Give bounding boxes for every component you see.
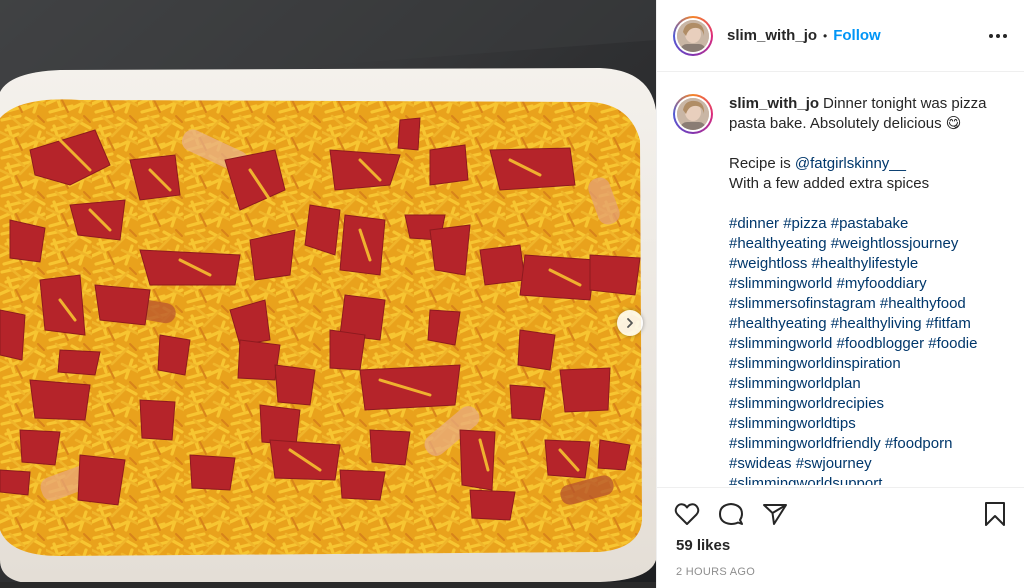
post-side-panel: slim_with_jo • Follow slim_with_jo Dinne… bbox=[656, 0, 1024, 588]
caption-username[interactable]: slim_with_jo bbox=[729, 95, 819, 112]
username[interactable]: slim_with_jo bbox=[727, 27, 817, 44]
follow-button[interactable]: Follow bbox=[833, 27, 881, 44]
hashtag-line[interactable]: #slimmingworld #foodblogger #foodie bbox=[729, 335, 977, 352]
chevron-right-icon bbox=[627, 318, 633, 328]
hashtag-line[interactable]: #weightloss #healthylifestyle bbox=[729, 255, 918, 272]
action-bar bbox=[657, 487, 1024, 537]
post-photo[interactable] bbox=[0, 0, 656, 588]
hashtag-list: #dinner #pizza #pastabake #healthyeating… bbox=[729, 214, 1008, 485]
pasta-bake-photo bbox=[0, 0, 656, 588]
hashtag-line[interactable]: #healthyeating #healthyliving #fitfam bbox=[729, 315, 971, 332]
hashtag-line[interactable]: #slimmingworldtips bbox=[729, 415, 856, 432]
avatar-image bbox=[677, 98, 709, 130]
hashtag-line[interactable]: #slimmersofinstagram #healthyfood bbox=[729, 295, 966, 312]
hashtag-line[interactable]: #slimmingworldsupport bbox=[729, 475, 882, 485]
separator-dot: • bbox=[823, 28, 828, 43]
carousel-next-button[interactable] bbox=[617, 310, 643, 336]
hashtag-line[interactable]: #slimmingworldplan bbox=[729, 375, 861, 392]
hashtag-line[interactable]: #healthyeating #weightlossjourney bbox=[729, 235, 958, 252]
caption-avatar[interactable] bbox=[673, 94, 713, 134]
more-options-icon[interactable] bbox=[988, 26, 1008, 46]
post-header: slim_with_jo • Follow bbox=[657, 0, 1024, 72]
heart-icon[interactable] bbox=[673, 500, 701, 528]
avatar[interactable] bbox=[673, 15, 713, 56]
recipe-prefix: Recipe is bbox=[729, 155, 795, 172]
hashtag-line[interactable]: #slimmingworldinspiration bbox=[729, 355, 901, 372]
avatar-image bbox=[677, 19, 709, 52]
recipe-suffix: With a few added extra spices bbox=[729, 175, 930, 192]
bookmark-icon[interactable] bbox=[981, 500, 1009, 528]
likes-count[interactable]: 59 likes bbox=[676, 537, 730, 554]
caption-area: slim_with_jo Dinner tonight was pizza pas… bbox=[657, 72, 1024, 485]
hashtag-line[interactable]: #slimmingworldrecipies bbox=[729, 395, 884, 412]
comment-icon[interactable] bbox=[717, 500, 745, 528]
hashtag-line[interactable]: #slimmingworldfriendly #foodporn bbox=[729, 435, 952, 452]
share-icon[interactable] bbox=[761, 500, 789, 528]
post-caption: slim_with_jo Dinner tonight was pizza pas… bbox=[729, 94, 1008, 485]
hashtag-line[interactable]: #swideas #swjourney bbox=[729, 455, 872, 472]
post-timestamp: 2 HOURS AGO bbox=[676, 566, 756, 578]
recipe-mention-link[interactable]: @fatgirlskinny__ bbox=[795, 155, 906, 172]
hashtag-line[interactable]: #slimmingworld #myfooddiary bbox=[729, 275, 927, 292]
hashtag-line[interactable]: #dinner #pizza #pastabake bbox=[729, 215, 908, 232]
